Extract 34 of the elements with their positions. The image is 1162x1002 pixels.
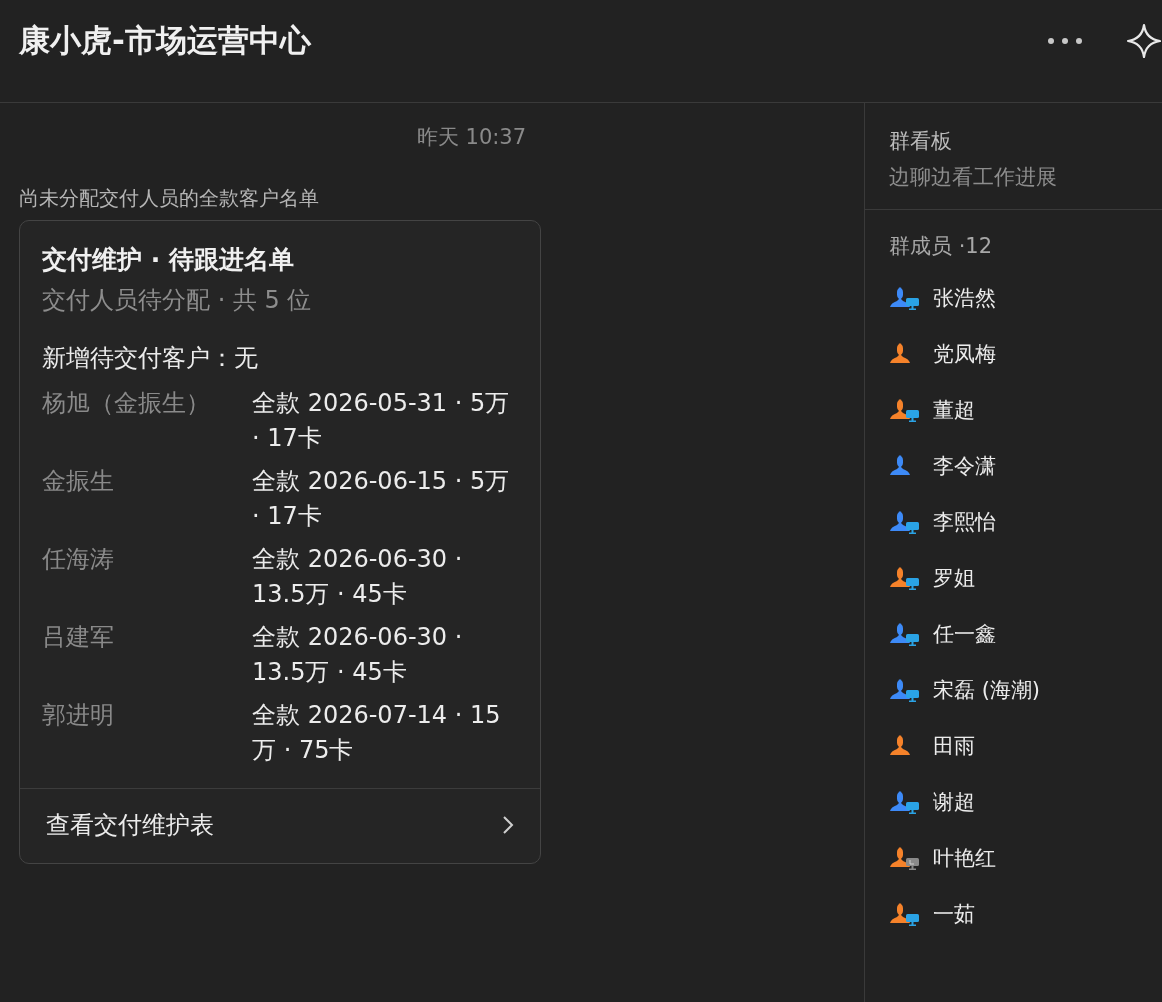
member-item[interactable]: 一茹 [889, 886, 1162, 942]
member-item[interactable]: 叶艳红 [889, 830, 1162, 886]
member-item[interactable]: 谢超 [889, 774, 1162, 830]
board-subtitle: 边聊边看工作进展 [889, 164, 1058, 191]
payment-detail: 全款 2026-05-31 · 5万 · 17卡 [252, 388, 511, 454]
chat-title: 康小虎-市场运营中心 [19, 21, 311, 60]
card-title: 交付维护 · 待跟进名单 [42, 244, 295, 276]
member-item[interactable]: 田雨 [889, 718, 1162, 774]
payment-detail: 全款 2026-06-30 · 13.5万 · 45卡 [252, 622, 464, 688]
payment-detail: 全款 2026-07-14 · 15万 · 75卡 [252, 700, 502, 766]
board-title[interactable]: 群看板 [889, 127, 1162, 155]
card-summary: 新增待交付客户：无 [42, 343, 259, 374]
member-item[interactable]: 董超 [889, 382, 1162, 438]
member-item[interactable]: 罗姐 [889, 550, 1162, 606]
customer-name: 吕建军 [42, 622, 115, 653]
customer-name: 郭进明 [42, 700, 115, 731]
payment-detail: 全款 2026-06-30 · 13.5万 · 45卡 [252, 544, 464, 610]
customer-name: 杨旭（金振生） [42, 388, 211, 419]
chevron-right-icon [502, 815, 514, 835]
member-item[interactable]: 党凤梅 [889, 326, 1162, 382]
member-item[interactable]: 张浩然 [889, 270, 1162, 326]
card-link[interactable]: 查看交付维护表 [20, 788, 540, 863]
member-item[interactable]: 宋磊 (海潮) [889, 662, 1162, 718]
members-heading: 群成员 ·12 [889, 233, 994, 260]
customer-name: 任海涛 [42, 544, 115, 575]
member-item[interactable]: 任一鑫 [889, 606, 1162, 662]
member-item[interactable]: 李令潇 [889, 438, 1162, 494]
message-timestamp: 昨天 10:37 [415, 124, 528, 151]
customer-name: 金振生 [42, 466, 115, 497]
member-item[interactable]: 李熙怡 [889, 494, 1162, 550]
payment-detail: 全款 2026-06-15 · 5万 · 17卡 [252, 466, 511, 532]
message-text: 尚未分配交付人员的全款客户名单 [19, 185, 320, 212]
sparkle-button[interactable] [1126, 23, 1162, 59]
card-subtitle: 交付人员待分配 · 共 5 位 [42, 285, 313, 316]
